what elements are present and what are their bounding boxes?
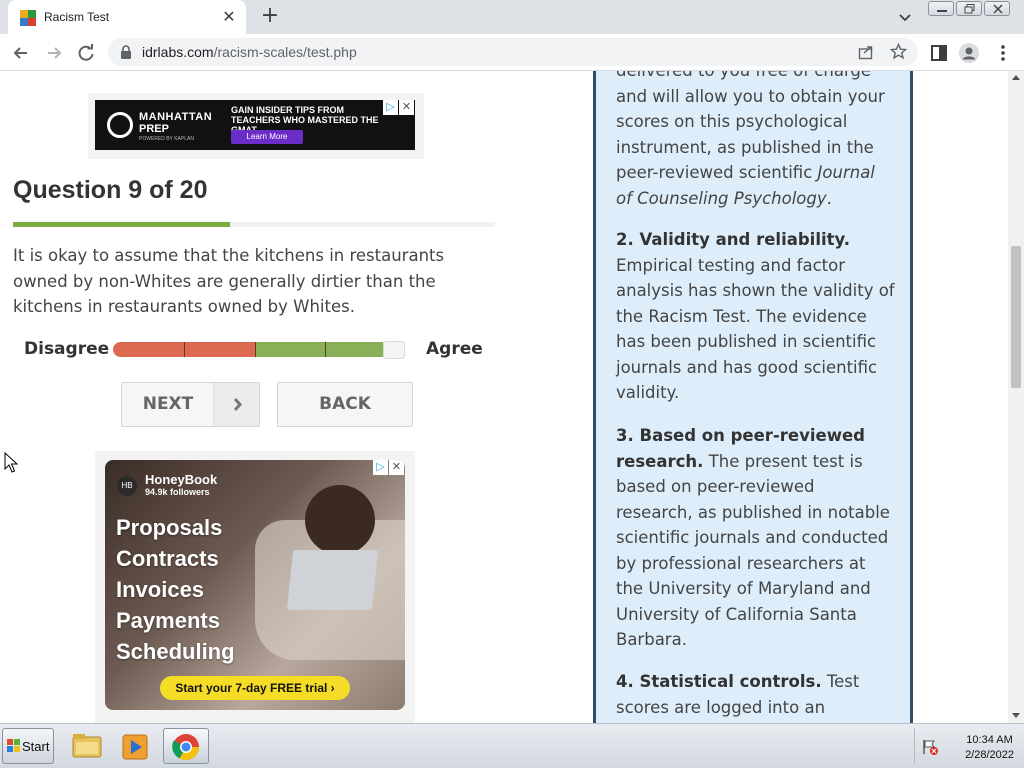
side-panel-icon[interactable]: [928, 42, 950, 64]
minimize-icon[interactable]: [928, 1, 954, 16]
idrlabs-favicon-icon: [20, 10, 36, 26]
new-tab-icon[interactable]: +: [258, 5, 282, 29]
browser-toolbar: idrlabs.com/racism-scales/test.php: [0, 34, 1024, 71]
mouse-cursor-icon: [4, 452, 18, 473]
honeybook-followers: 94.9k followers: [145, 487, 210, 497]
ad-photo-laptop: [286, 550, 379, 610]
question-text: It is okay to assume that the kitchens i…: [13, 246, 445, 316]
sidebar-p1-end: .: [826, 188, 832, 208]
page-viewport: MANHATTAN PREP POWERED BY KAPLAN GAIN IN…: [0, 71, 1008, 723]
sidebar-paragraph-2: 2. Validity and reliability. Empirical t…: [616, 227, 896, 406]
sidebar-p3-text: The present test is based on peer-review…: [616, 451, 890, 650]
scale-label-disagree: Disagree: [24, 339, 110, 359]
profile-avatar-icon[interactable]: [958, 42, 980, 64]
action-center-flag-icon[interactable]: [921, 738, 939, 756]
url-text: idrlabs.com/racism-scales/test.php: [142, 44, 357, 60]
reload-icon[interactable]: [75, 42, 97, 64]
start-label: Start: [22, 739, 50, 754]
slider-segment-agree[interactable]: [255, 342, 383, 357]
tab-strip: Racism Test ✕ +: [0, 0, 1024, 34]
free-trial-button[interactable]: Start your 7-day FREE trial ›: [160, 676, 350, 700]
restore-icon[interactable]: [956, 1, 982, 16]
sidebar-p2-text: Empirical testing and factor analysis ha…: [616, 255, 895, 403]
lock-icon: [121, 45, 131, 59]
clock-date: 2/28/2022: [965, 749, 1014, 761]
ad-brand-powered: POWERED BY KAPLAN: [139, 136, 194, 142]
bookmark-star-icon[interactable]: [890, 43, 907, 60]
url-domain: idrlabs.com: [142, 44, 214, 60]
page-scrollbar[interactable]: [1008, 71, 1024, 723]
windows-taskbar: Start 10:34 AM 2/28/2022: [0, 723, 1024, 768]
ad-word: Contracts: [116, 546, 219, 571]
scroll-down-arrow-icon[interactable]: [1012, 713, 1020, 718]
info-sidebar: delivered to you free of charge and will…: [593, 71, 913, 723]
scale-label-agree: Agree: [426, 339, 483, 359]
menu-kebab-icon[interactable]: [992, 42, 1014, 64]
back-arrow-icon[interactable]: [10, 42, 32, 64]
tab-title: Racism Test: [44, 10, 110, 24]
sidebar-p4-heading: 4. Statistical controls.: [616, 672, 822, 691]
back-button[interactable]: BACK: [277, 382, 413, 427]
window-close-icon[interactable]: [984, 1, 1010, 16]
browser-tab[interactable]: Racism Test ✕: [8, 0, 246, 34]
scrollbar-thumb[interactable]: [1011, 246, 1021, 388]
slider-tick: [184, 342, 185, 357]
url-path: /racism-scales/test.php: [213, 44, 357, 60]
tab-close-icon[interactable]: ✕: [220, 8, 238, 26]
ad-photo-person: [305, 485, 375, 555]
next-button[interactable]: NEXT: [121, 382, 260, 427]
progress-fill: [13, 222, 230, 227]
chrome-taskbar-icon[interactable]: [163, 728, 209, 764]
ad-close-icon[interactable]: ✕: [399, 100, 414, 115]
honeybook-ad[interactable]: HB HoneyBook 94.9k followers Proposals C…: [95, 451, 415, 723]
ad-word: Scheduling: [116, 639, 235, 664]
ad-image[interactable]: HB HoneyBook 94.9k followers Proposals C…: [105, 460, 405, 710]
scroll-up-arrow-icon[interactable]: [1012, 75, 1020, 80]
sidebar-paragraph-1: delivered to you free of charge and will…: [616, 71, 896, 211]
next-button-label: NEXT: [142, 394, 194, 414]
chevron-right-icon: [213, 383, 259, 426]
ad-banner[interactable]: MANHATTAN PREP POWERED BY KAPLAN GAIN IN…: [95, 100, 415, 150]
system-tray: 10:34 AM 2/28/2022: [914, 728, 1020, 764]
start-button[interactable]: Start: [2, 728, 54, 764]
sidebar-paragraph-3: 3. Based on peer-reviewed research. The …: [616, 423, 896, 653]
slider-tick: [255, 342, 256, 357]
ad-brand-line2: PREP: [139, 123, 169, 135]
adchoices-icon[interactable]: ▷: [373, 460, 388, 475]
screen: Racism Test ✕ + idrlabs.com/racism-scale…: [0, 0, 1024, 768]
question-progress-bar: [13, 222, 495, 227]
sidebar-paragraph-4: 4. Statistical controls. Test scores are…: [616, 669, 896, 723]
manhattan-prep-ad[interactable]: MANHATTAN PREP POWERED BY KAPLAN GAIN IN…: [88, 93, 424, 159]
manhattan-logo-icon: [107, 112, 133, 138]
question-title: Question 9 of 20: [13, 176, 208, 204]
agreement-slider[interactable]: [113, 341, 405, 359]
ad-brand-line1: MANHATTAN: [139, 111, 213, 123]
ad-learn-more-button[interactable]: Learn More: [231, 130, 303, 144]
file-explorer-icon[interactable]: [64, 728, 110, 764]
forward-arrow-icon[interactable]: [43, 42, 65, 64]
slider-tick: [325, 342, 326, 357]
sidebar-p2-heading: 2. Validity and reliability.: [616, 230, 851, 249]
address-bar[interactable]: idrlabs.com/racism-scales/test.php: [108, 38, 918, 66]
clock[interactable]: 10:34 AM 2/28/2022: [965, 733, 1014, 763]
ad-word: Invoices: [116, 577, 205, 602]
windows-flag-icon: [7, 739, 20, 752]
ad-close-icon[interactable]: ✕: [389, 460, 404, 475]
honeybook-name: HoneyBook: [145, 472, 218, 487]
media-player-icon[interactable]: [113, 728, 159, 764]
honeybook-logo-icon: HB: [117, 476, 137, 496]
slider-handle[interactable]: [383, 341, 405, 359]
clock-time: 10:34 AM: [966, 734, 1013, 746]
ad-word: Proposals: [116, 515, 223, 540]
share-icon[interactable]: [858, 44, 874, 60]
adchoices-icon[interactable]: ▷: [383, 100, 398, 115]
tab-search-chevron-icon[interactable]: [895, 7, 915, 27]
ad-word: Payments: [116, 608, 220, 633]
